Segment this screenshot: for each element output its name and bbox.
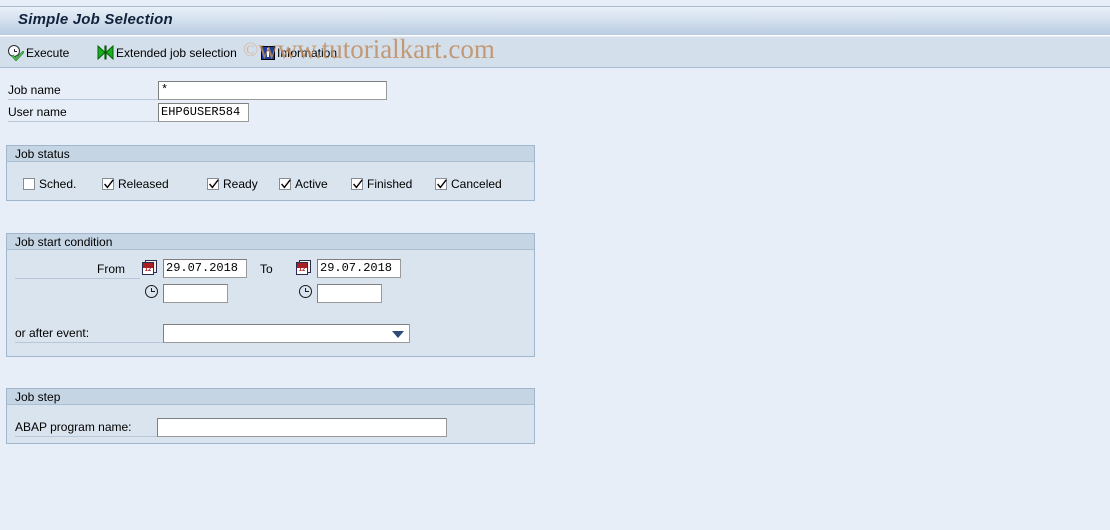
checkbox-box [207,178,219,190]
checkbox-label: Canceled [451,177,502,191]
clock-icon[interactable] [145,285,159,299]
chevron-down-icon [392,330,404,338]
checkbox-ready[interactable]: Ready [207,177,258,191]
job-step-group: Job step ABAP program name: [6,388,535,444]
after-event-label-rule [15,342,163,343]
from-label-rule [15,278,140,279]
calendar-icon[interactable]: 12 [142,260,157,275]
checkbox-box [102,178,114,190]
checkbox-box [351,178,363,190]
extended-job-selection-button[interactable]: Extended job selection [97,42,237,63]
job-status-group-header: Job status [7,146,534,162]
calendar-day: 12 [298,267,306,273]
user-name-label-rule [8,121,158,122]
application-toolbar: Execute Extended job selection Informati… [0,37,1110,68]
abap-program-name-input[interactable] [157,418,447,437]
to-time-input[interactable] [317,284,382,303]
user-name-label: User name [8,105,67,119]
calendar-icon[interactable]: 12 [296,260,311,275]
job-start-condition-group-title: Job start condition [15,235,113,249]
execute-label: Execute [26,45,70,60]
checkbox-active[interactable]: Active [279,177,328,191]
abap-program-name-label: ABAP program name: [15,420,132,434]
checkbox-label: Released [118,177,169,191]
checkbox-sched[interactable]: Sched. [23,177,76,191]
to-date-input[interactable]: 29.07.2018 [317,259,401,278]
checkbox-label: Active [295,177,328,191]
job-step-group-title: Job step [15,390,61,404]
page-title: Simple Job Selection [18,11,173,28]
checkbox-box [435,178,447,190]
from-label: From [97,262,125,276]
job-name-label-rule [8,99,158,100]
extended-job-selection-label: Extended job selection [116,45,237,60]
execute-button[interactable]: Execute [8,42,69,63]
job-start-condition-group: Job start condition From 12 29.07.2018 T… [6,233,535,357]
information-button[interactable]: Information [261,42,337,63]
information-icon [261,45,275,60]
window-title-bar: Simple Job Selection [0,6,1110,36]
checkbox-finished[interactable]: Finished [351,177,412,191]
job-name-input[interactable]: * [158,81,387,100]
job-status-group-title: Job status [15,147,70,161]
user-name-input[interactable]: EHP6USER584 [158,103,249,122]
checkbox-label: Finished [367,177,413,191]
checkbox-label: Ready [223,177,258,191]
from-date-input[interactable]: 29.07.2018 [163,259,247,278]
clock-icon[interactable] [299,285,313,299]
information-label: Information [277,45,338,60]
checkbox-label: Sched. [39,177,77,191]
checkbox-canceled[interactable]: Canceled [435,177,502,191]
job-start-condition-group-body: From 12 29.07.2018 To 12 29.07.2018 or a… [7,251,534,356]
from-time-input[interactable] [163,284,228,303]
bowtie-filter-icon [97,44,114,61]
job-name-label: Job name [8,83,61,97]
abap-program-name-rule [15,436,163,437]
job-step-group-body: ABAP program name: [7,406,534,443]
job-step-group-header: Job step [7,389,534,405]
job-status-group: Job status Sched. Released Ready Active [6,145,535,201]
checkbox-released[interactable]: Released [102,177,169,191]
job-start-condition-group-header: Job start condition [7,234,534,250]
after-event-label: or after event: [15,326,90,340]
to-label: To [260,262,273,276]
checkbox-box [279,178,291,190]
checkbox-box [23,178,35,190]
job-status-group-body: Sched. Released Ready Active Finished Ca… [7,163,534,200]
calendar-day: 12 [144,267,152,273]
after-event-dropdown[interactable] [163,324,410,343]
clock-check-icon [8,44,24,61]
